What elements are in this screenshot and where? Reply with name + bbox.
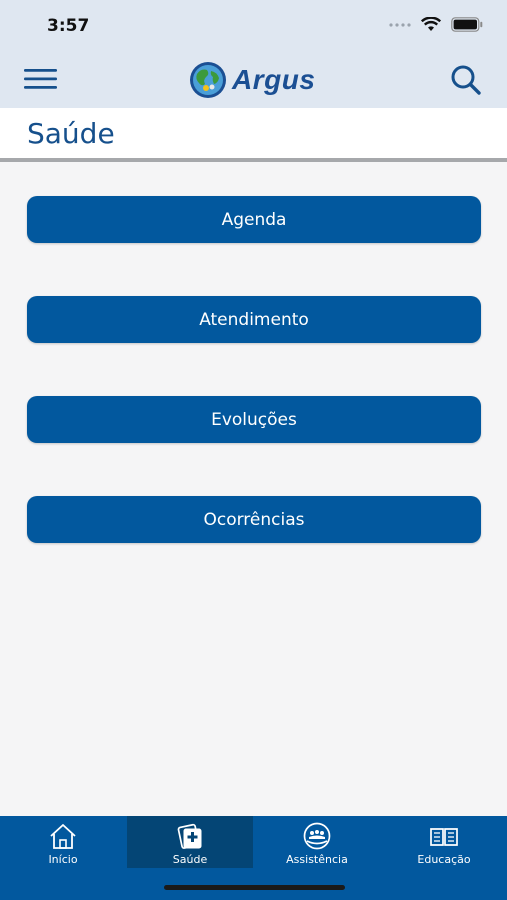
tab-saude[interactable]: Saúde [127,816,253,868]
tab-educacao[interactable]: Educação [381,816,507,868]
evolucoes-button[interactable]: Evoluções [27,396,481,443]
wifi-icon [421,17,441,31]
status-time: 3:57 [47,16,90,36]
signal-icon [389,22,411,27]
battery-icon [451,17,483,32]
argus-logo: Argus [188,60,315,100]
app-header: Argus [0,52,507,108]
ocorrencias-button[interactable]: Ocorrências [27,496,481,543]
status-bar: 3:57 [0,0,507,52]
book-icon [430,828,458,846]
home-icon [50,824,76,849]
atendimento-button[interactable]: Atendimento [27,296,481,343]
globe-logo-icon [190,62,226,98]
tab-assistencia-label: Assistência [286,853,348,866]
tab-saude-label: Saúde [172,853,208,866]
menu-button-list: Agenda Atendimento Evoluções Ocorrências [27,196,481,596]
menu-button[interactable] [24,66,58,92]
tab-inicio[interactable]: Início [0,816,126,868]
agenda-button[interactable]: Agenda [27,196,481,243]
search-icon [451,65,481,95]
tab-assistencia[interactable]: Assistência [254,816,380,868]
home-indicator [164,885,345,890]
logo-text: Argus [232,64,316,95]
page-title: Saúde [27,117,115,150]
search-button[interactable] [449,64,483,96]
tab-inicio-label: Início [48,853,78,866]
assistance-icon [303,822,331,850]
hamburger-menu-icon [24,69,57,89]
medical-clipboard-icon [177,823,202,849]
status-icons [389,17,483,32]
bottom-tab-bar: Início Saúde Assistência Educação [0,816,507,900]
tab-educacao-label: Educação [417,853,471,866]
title-bar: Saúde [0,108,507,162]
